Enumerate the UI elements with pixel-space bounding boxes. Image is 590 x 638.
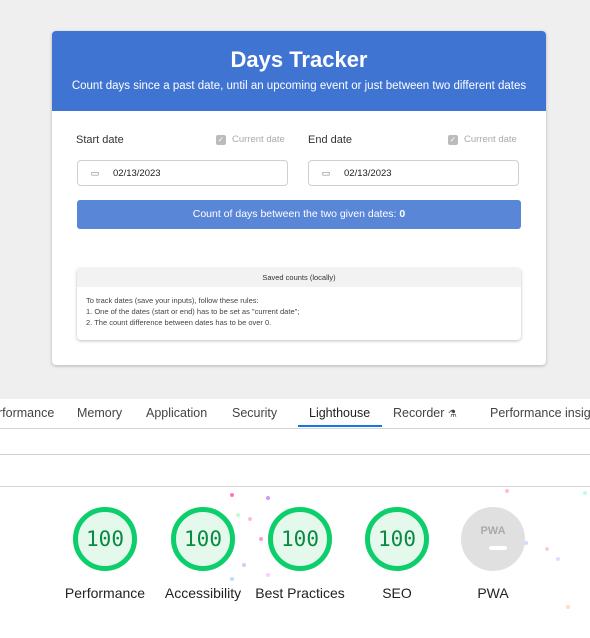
- tab-application[interactable]: Application: [146, 406, 207, 420]
- tab-recorder[interactable]: Recorder ⚗: [393, 406, 457, 420]
- pwa-dash-icon: [489, 546, 507, 550]
- end-current-date-checkbox[interactable]: ✓ Current date: [448, 134, 517, 145]
- tab-security[interactable]: Security: [232, 406, 277, 420]
- report-header: [0, 455, 590, 487]
- tab-lighthouse[interactable]: Lighthouse: [309, 406, 370, 420]
- active-tab-indicator: [298, 425, 382, 427]
- tab-memory[interactable]: Memory: [77, 406, 122, 420]
- rule-1: 1. One of the dates (start or end) has t…: [86, 307, 300, 316]
- check-icon: ✓: [448, 134, 458, 145]
- best-practices-score-gauge[interactable]: 100: [268, 507, 332, 571]
- page-title: Days Tracker: [230, 47, 368, 72]
- days-tracker-card: Days Tracker Count days since a past dat…: [52, 31, 546, 365]
- end-current-date-label: Current date: [464, 134, 517, 145]
- card-header: Days Tracker Count days since a past dat…: [52, 31, 546, 111]
- seo-score-label: SEO: [382, 585, 412, 601]
- calendar-icon: ▭: [321, 167, 331, 178]
- start-date-input[interactable]: ▭ 02/13/2023: [77, 160, 288, 186]
- pwa-badge-text: PWA: [480, 525, 506, 537]
- check-icon: ✓: [216, 134, 226, 145]
- start-date-value: 02/13/2023: [113, 167, 161, 179]
- rule-intro: To track dates (save your inputs), follo…: [86, 296, 259, 305]
- saved-counts-title: Saved counts (locally): [77, 268, 521, 287]
- count-result-text: Count of days between the two given date…: [192, 208, 400, 220]
- accessibility-score-gauge[interactable]: 100: [171, 507, 235, 571]
- flask-icon: ⚗: [447, 409, 457, 420]
- accessibility-score-label: Accessibility: [164, 585, 242, 601]
- pwa-score-label: PWA: [477, 585, 509, 601]
- best-practices-score-label: Best Practices: [255, 585, 345, 601]
- pwa-badge-icon[interactable]: PWA: [461, 507, 525, 571]
- seo-score-gauge[interactable]: 100: [365, 507, 429, 571]
- end-date-label: End date: [308, 134, 353, 146]
- performance-score-label: Performance: [64, 585, 146, 601]
- saved-counts-panel: Saved counts (locally) To track dates (s…: [77, 268, 521, 340]
- rule-2: 2. The count difference between dates ha…: [86, 318, 272, 327]
- count-result-value: 0: [399, 208, 406, 220]
- end-date-value: 02/13/2023: [344, 167, 392, 179]
- lighthouse-toolbar: [0, 429, 590, 455]
- start-current-date-label: Current date: [232, 134, 285, 145]
- start-current-date-checkbox[interactable]: ✓ Current date: [216, 134, 285, 145]
- saved-counts-rules: To track dates (save your inputs), follo…: [77, 287, 521, 336]
- tab-recorder-label: Recorder: [393, 406, 445, 420]
- count-result-button[interactable]: Count of days between the two given date…: [77, 200, 521, 229]
- date-labels-row: Start date ✓ Current date End date ✓ Cur…: [76, 134, 522, 150]
- calendar-icon: ▭: [90, 167, 100, 178]
- performance-score-gauge[interactable]: 100: [73, 507, 137, 571]
- tab-performance[interactable]: rformance: [0, 406, 54, 420]
- lighthouse-scores: 100 Performance 100 Accessibility 100 Be…: [0, 487, 590, 638]
- page-subtitle: Count days since a past date, until an u…: [71, 80, 527, 92]
- tab-performance-insights[interactable]: Performance insig: [490, 406, 590, 420]
- devtools-tabbar: rformance Memory Application Security Li…: [0, 399, 590, 429]
- end-date-input[interactable]: ▭ 02/13/2023: [308, 160, 519, 186]
- start-date-label: Start date: [76, 134, 124, 146]
